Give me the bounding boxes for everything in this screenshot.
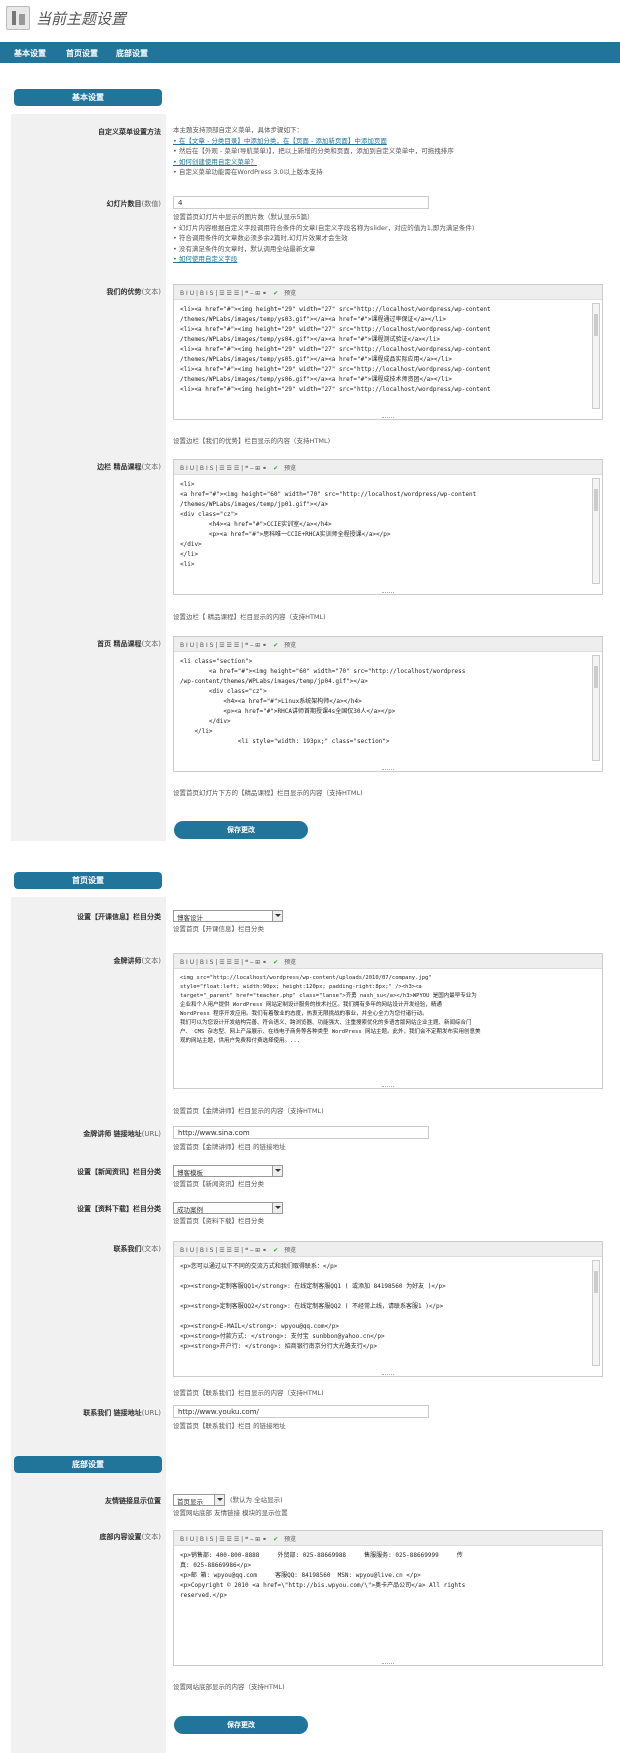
section-home-button[interactable]: 首页设置 [14,872,162,889]
nav-footer[interactable]: 底部设置 [116,48,148,59]
side-label: 边栏 精品课程(文本) [97,463,161,471]
label-column [11,897,166,1485]
contact-textarea[interactable]: <p>您可以通过以下不同的交流方式和我们取得联系：</p> <p><strong… [174,1257,602,1357]
cat3-label: 设置【资料下载】栏目分类 [77,1205,161,1213]
scrollbar[interactable] [592,478,600,584]
advantage-label: 我们的优势(文本) [106,288,161,296]
save-button[interactable]: 保存更改 [174,821,308,839]
home-label: 首页 精品课程(文本) [97,640,161,648]
page-title: 当前主题设置 [36,10,127,28]
nav-basic[interactable]: 基本设置 [14,48,46,59]
top-nav: 基本设置 首页设置 底部设置 [0,42,620,63]
advantage-hint: 设置边栏【我们的优势】栏目显示的内容（支持HTML) [173,437,331,445]
cat3-hint: 设置首页【资料下载】栏目分类 [173,1217,264,1225]
clink-input[interactable]: http://www.youku.com/ [173,1405,429,1418]
settings-icon [6,6,30,30]
link-label: 金牌讲师 链接地址(URL) [83,1130,161,1138]
teacher-editor[interactable]: B I U | B I S | ☰ ☰ ☰ | ❝ ⎯ ⊞ ⚭ ✔ 预览 <img … [173,953,603,1089]
label-column [11,1482,166,1753]
cat3-select[interactable]: 成功案例 [173,1202,283,1214]
custom-field-link[interactable]: • 如何使用自定义字段 [173,255,237,263]
content-label: 底部内容设置(文本) [99,1533,161,1541]
cat2-label: 设置【新闻资讯】栏目分类 [77,1168,161,1176]
editor-toolbar[interactable]: B I U | B I S | ☰ ☰ ☰ | ❝ ⎯ ⊞ ⚭ ✔ 预览 [174,285,602,300]
side-editor[interactable]: B I U | B I S | ☰ ☰ ☰ | ❝ ⎯ ⊞ ⚭ ✔ 预览 <li> … [173,459,603,595]
cat1-hint: 设置首页【开课信息】栏目分类 [173,925,264,933]
save-button[interactable]: 保存更改 [174,1716,308,1734]
teacher-hint: 设置首页【金牌讲师】栏目显示的内容（支持HTML) [173,1107,324,1115]
side-hint: 设置边栏【 精品课程】栏目显示的内容（支持HTML) [173,613,326,621]
editor-toolbar[interactable]: B I U | B I S | ☰ ☰ ☰ | ❝ ⎯ ⊞ ⚭ ✔ 预览 [174,1242,602,1257]
scrollbar[interactable] [592,303,600,409]
cat2-select[interactable]: 博客模板 [173,1165,283,1177]
section-footer-button[interactable]: 底部设置 [14,1456,162,1473]
slides-input[interactable]: 4 [173,196,429,209]
resize-grip[interactable] [382,1374,394,1375]
editor-toolbar[interactable]: B I U | B I S | ☰ ☰ ☰ | ❝ ⎯ ⊞ ⚭ ✔ 预览 [174,1531,602,1546]
link-hint: 设置首页【金牌讲师】栏目 的链接地址 [173,1143,286,1151]
contact-label: 联系我们(文本) [113,1245,161,1253]
advantage-editor[interactable]: B I U | B I S | ☰ ☰ ☰ | ❝ ⎯ ⊞ ⚭ ✔ 预览 <li><… [173,284,603,420]
chevron-down-icon [272,911,282,921]
pos-select[interactable]: 首页显示 [173,1494,225,1506]
editor-toolbar[interactable]: B I U | B I S | ☰ ☰ ☰ | ❝ ⎯ ⊞ ⚭ ✔ 预览 [174,954,602,969]
clink-label: 联系我们 链接地址(URL) [83,1409,161,1417]
resize-grip[interactable] [382,1086,394,1087]
create-menu-link[interactable]: • 如何创建使用自定义菜单？ [173,158,257,166]
home-hint: 设置首页幻灯片下方的【精品课程】栏目显示的内容（支持HTML) [173,789,363,797]
resize-grip[interactable] [382,417,394,418]
content-editor[interactable]: B I U | B I S | ☰ ☰ ☰ | ❝ ⎯ ⊞ ⚭ ✔ 预览 <p>销售… [173,1530,603,1666]
editor-toolbar[interactable]: B I U | B I S | ☰ ☰ ☰ | ❝ ⎯ ⊞ ⚭ ✔ 预览 [174,637,602,652]
cat1-select[interactable]: 博客设计 [173,910,283,922]
contact-editor[interactable]: B I U | B I S | ☰ ☰ ☰ | ❝ ⎯ ⊞ ⚭ ✔ 预览 <p>您可… [173,1241,603,1377]
pos-after: (默认为 全站显示) [230,1496,283,1504]
link-input[interactable]: http://www.sina.com [173,1126,429,1139]
chevron-down-icon [214,1495,224,1505]
teacher-label: 金牌讲师(文本) [113,957,161,965]
resize-grip[interactable] [382,769,394,770]
content-hint: 设置网站底部显示的内容（支持HTML) [173,1683,285,1691]
section-basic-button[interactable]: 基本设置 [14,89,162,106]
slides-label: 幻灯片数目(数值) [106,200,161,208]
scrollbar[interactable] [592,655,600,761]
advantage-textarea[interactable]: <li><a href="#"><img height="29" width="… [174,300,602,400]
clink-hint: 设置首页【联系我们】栏目 的链接地址 [173,1422,286,1430]
menu-hint-link[interactable]: • 在【文章 - 分类目录】中添加分类，在【页面 - 添加新页面】中添加页面 [173,137,387,145]
menu-label: 自定义菜单设置方法 [98,128,161,136]
resize-grip[interactable] [382,1663,394,1664]
teacher-textarea[interactable]: <img src="http://localhost/wordpress/wp-… [174,969,602,1051]
page-header: 当前主题设置 [0,0,620,38]
chevron-down-icon [272,1203,282,1213]
pos-label: 友情链接显示位置 [105,1497,161,1505]
menu-hints: 本主题支持顶部自定义菜单，具体步骤如下： • 在【文章 - 分类目录】中添加分类… [173,126,454,176]
editor-toolbar[interactable]: B I U | B I S | ☰ ☰ ☰ | ❝ ⎯ ⊞ ⚭ ✔ 预览 [174,460,602,475]
contact-hint: 设置首页【联系我们】栏目显示的内容（支持HTML) [173,1389,324,1397]
slides-hints: 设置首页幻灯片中显示的图片数（默认显示5篇） • 幻灯片内容根据自定义字段调用符… [173,213,475,263]
content-textarea[interactable]: <p>销售部: 400-800-8888 外贸部: 025-88669988 售… [174,1546,602,1606]
side-textarea[interactable]: <li> <a href="#"><img height="60" width=… [174,475,602,575]
nav-home[interactable]: 首页设置 [66,48,98,59]
resize-grip[interactable] [382,592,394,593]
chevron-down-icon [272,1166,282,1176]
cat1-label: 设置【开课信息】栏目分类 [77,913,161,921]
home-textarea[interactable]: <li class="section"> <a href="#"><img he… [174,652,602,752]
label-column [11,114,166,841]
pos-hint: 设置网站底部 友情链接 模块的显示位置 [173,1509,288,1517]
scrollbar[interactable] [592,1260,600,1366]
home-editor[interactable]: B I U | B I S | ☰ ☰ ☰ | ❝ ⎯ ⊞ ⚭ ✔ 预览 <li c… [173,636,603,772]
cat2-hint: 设置首页【新闻资讯】栏目分类 [173,1180,264,1188]
